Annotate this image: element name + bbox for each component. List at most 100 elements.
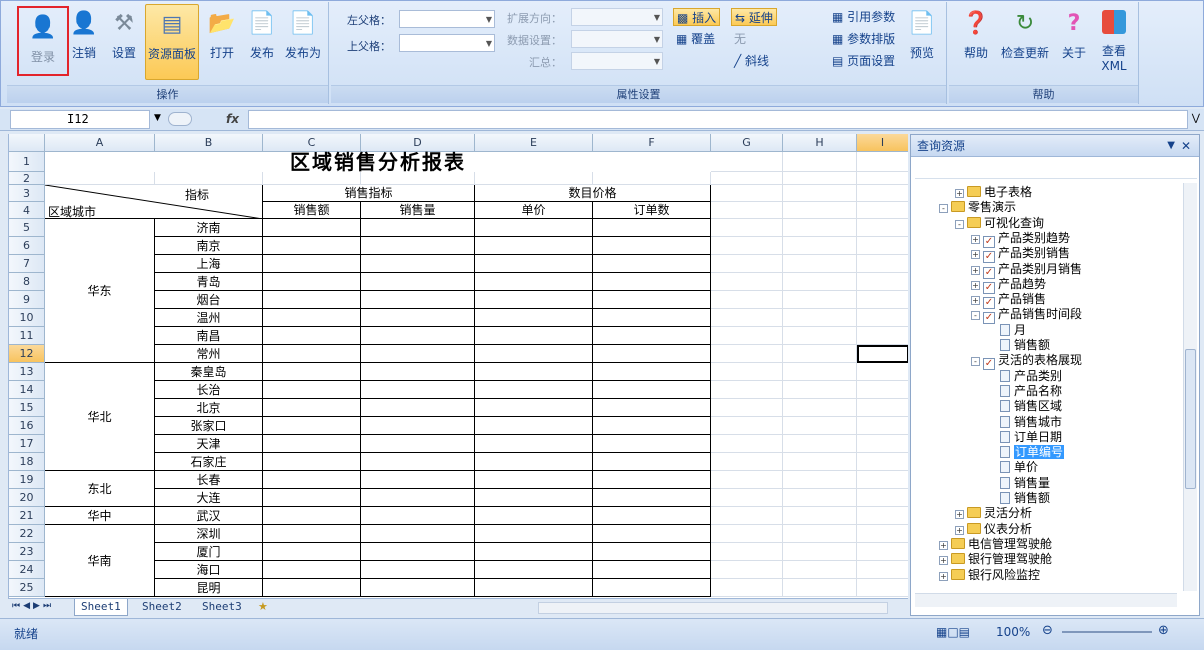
grid-cell[interactable] — [361, 255, 475, 273]
grid-cell[interactable] — [857, 327, 908, 345]
grid-cell[interactable] — [711, 561, 783, 579]
grid-cell[interactable] — [263, 399, 361, 417]
grid-cell[interactable] — [593, 219, 711, 237]
grid-cell[interactable] — [593, 471, 711, 489]
expand-icon[interactable]: + — [939, 540, 948, 550]
name-box-dropdown-icon[interactable]: ▼ — [154, 113, 161, 123]
row-header[interactable]: 7 — [9, 255, 45, 273]
grid-cell[interactable] — [711, 417, 783, 435]
name-box[interactable]: I12 — [10, 110, 150, 129]
view-mode-icons[interactable]: ▦□▤ — [936, 625, 970, 639]
grid-cell[interactable] — [711, 507, 783, 525]
check-update-button[interactable]: ↻ 检查更新 — [997, 4, 1053, 80]
grid-cell[interactable] — [857, 399, 908, 417]
grid-cell[interactable] — [857, 363, 908, 381]
tree-node[interactable]: + 仪表分析 — [955, 522, 1032, 537]
tab-nav-icons[interactable]: ⏮◀▶⏭ — [12, 601, 54, 611]
city-cell[interactable]: 北京 — [155, 399, 263, 417]
row-header[interactable]: 11 — [9, 327, 45, 345]
region-cell[interactable]: 华北 — [45, 363, 155, 471]
row-header[interactable]: 5 — [9, 219, 45, 237]
row-header[interactable]: 21 — [9, 507, 45, 525]
row-header[interactable]: 18 — [9, 453, 45, 471]
grid-cell[interactable] — [475, 327, 593, 345]
tree-node[interactable]: - 可视化查询 — [955, 216, 1044, 231]
column-header-f[interactable]: F — [593, 134, 711, 152]
grid-cell[interactable] — [361, 561, 475, 579]
expand-icon[interactable]: + — [971, 296, 980, 306]
row-header[interactable]: 19 — [9, 471, 45, 489]
grid-cell[interactable] — [475, 453, 593, 471]
row-header[interactable]: 10 — [9, 309, 45, 327]
grid-cell[interactable] — [783, 152, 857, 172]
resource-tree[interactable]: + 电子表格 - 零售演示 - 可视化查询 + ✓ 产品类别趋势 + ✓ 产品类别销售 + ✓ 产品类别月销… — [915, 183, 1177, 591]
insert-button[interactable]: ▩ 插入 — [673, 8, 721, 26]
grid-cell[interactable] — [475, 237, 593, 255]
grid-cell[interactable] — [593, 579, 711, 597]
grid-cell[interactable] — [263, 579, 361, 597]
grid-cell[interactable] — [475, 507, 593, 525]
grid-cell[interactable] — [45, 172, 155, 185]
grid-cell[interactable] — [155, 172, 263, 185]
grid-cell[interactable] — [475, 172, 593, 185]
tab-sheet1[interactable]: Sheet1 — [74, 599, 128, 616]
grid-cell[interactable] — [857, 172, 908, 185]
city-cell[interactable]: 长治 — [155, 381, 263, 399]
grid-cell[interactable] — [783, 219, 857, 237]
grid-cell[interactable] — [263, 381, 361, 399]
city-cell[interactable]: 秦皇岛 — [155, 363, 263, 381]
row-header[interactable]: 16 — [9, 417, 45, 435]
grid-cell[interactable] — [593, 172, 711, 185]
grid-cell[interactable] — [593, 399, 711, 417]
grid-cell[interactable] — [593, 381, 711, 399]
grid-cell[interactable] — [361, 525, 475, 543]
grid-cell[interactable] — [475, 309, 593, 327]
grid-cell[interactable] — [361, 291, 475, 309]
grid-cell[interactable] — [711, 219, 783, 237]
grid-cell[interactable] — [783, 579, 857, 597]
panel-vscroll[interactable] — [1183, 183, 1197, 591]
grid-cell[interactable] — [361, 363, 475, 381]
grid-cell[interactable] — [857, 185, 908, 202]
expand-direction-combo[interactable]: ▼ — [571, 8, 663, 26]
city-cell[interactable]: 烟台 — [155, 291, 263, 309]
city-cell[interactable]: 海口 — [155, 561, 263, 579]
grid-cell[interactable] — [263, 453, 361, 471]
row-header[interactable]: 9 — [9, 291, 45, 309]
ref-params-button[interactable]: ▦ 引用参数 — [829, 8, 898, 26]
city-cell[interactable]: 长春 — [155, 471, 263, 489]
expand-icon[interactable]: + — [955, 510, 964, 520]
grid-cell[interactable] — [593, 309, 711, 327]
grid-cell[interactable] — [783, 185, 857, 202]
grid-cell[interactable] — [263, 417, 361, 435]
login-button[interactable]: 👤 登录 — [17, 6, 69, 76]
function-icon[interactable]: fx — [226, 112, 239, 126]
tree-node[interactable]: 产品类别 — [987, 369, 1062, 384]
grid-cell[interactable] — [711, 345, 783, 363]
formula-input[interactable] — [248, 110, 1188, 129]
tree-node[interactable]: 销售额 — [987, 491, 1050, 506]
grid-cell[interactable] — [361, 471, 475, 489]
grid-cell[interactable] — [711, 185, 783, 202]
tree-node[interactable]: 销售额 — [987, 338, 1050, 353]
grid-cell[interactable] — [475, 291, 593, 309]
grid-cell[interactable] — [857, 152, 908, 172]
grid-cell[interactable] — [475, 255, 593, 273]
city-cell[interactable]: 昆明 — [155, 579, 263, 597]
tree-node[interactable]: + 电信管理驾驶舱 — [939, 537, 1052, 552]
grid-cell[interactable] — [475, 525, 593, 543]
grid-cell[interactable] — [857, 471, 908, 489]
city-cell[interactable]: 深圳 — [155, 525, 263, 543]
tree-node[interactable]: 销售城市 — [987, 415, 1062, 430]
grid-cell[interactable] — [711, 489, 783, 507]
grid-cell[interactable] — [857, 273, 908, 291]
grid-cell[interactable] — [857, 525, 908, 543]
grid-cell[interactable] — [361, 237, 475, 255]
grid-cell[interactable] — [857, 291, 908, 309]
grid-cell[interactable] — [593, 237, 711, 255]
panel-search[interactable] — [915, 159, 1197, 179]
grid-cell[interactable] — [711, 543, 783, 561]
zoom-in-icon[interactable]: ⊕ — [1158, 623, 1169, 638]
tree-node[interactable]: + ✓ 产品类别趋势 — [971, 231, 1070, 248]
city-cell[interactable]: 上海 — [155, 255, 263, 273]
